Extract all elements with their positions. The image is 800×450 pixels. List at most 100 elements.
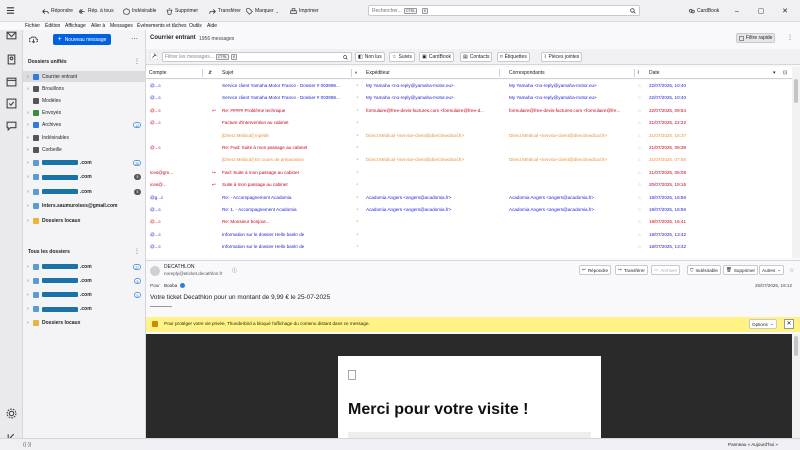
menu-tools[interactable]: Outils bbox=[189, 23, 202, 29]
column-options-icon[interactable]: ⊡ bbox=[783, 70, 787, 76]
column-correspondents[interactable]: Correspondants bbox=[509, 70, 545, 76]
column-date[interactable]: Date bbox=[649, 70, 660, 76]
thread-row[interactable]: @...c Service client Yamaha Motor France … bbox=[146, 80, 792, 92]
tasks-space-icon[interactable] bbox=[6, 98, 17, 109]
new-message-button[interactable]: + Nouveau message bbox=[53, 34, 111, 45]
read-dot-icon[interactable]: ∘ bbox=[356, 182, 359, 188]
read-dot-icon[interactable]: ∘ bbox=[356, 83, 359, 89]
folder-pane-menu-icon[interactable]: ⋯ bbox=[131, 35, 138, 43]
close-button[interactable]: ✕ bbox=[779, 5, 791, 17]
menu-edit[interactable]: Édition bbox=[45, 23, 60, 29]
delete-row-icon[interactable]: ⌂ bbox=[638, 170, 641, 175]
attachment-column-icon[interactable]: ⌇ bbox=[637, 70, 639, 76]
kebab-icon[interactable]: ⋮ bbox=[134, 58, 140, 65]
folder-item[interactable]: › Brouillons bbox=[23, 83, 146, 94]
read-dot-icon[interactable]: ∘ bbox=[356, 207, 359, 213]
account-folder[interactable]: › .com 26 bbox=[23, 157, 146, 168]
thread-row[interactable]: @...c Service client Yamaha Motor France … bbox=[146, 92, 792, 104]
tag-button[interactable]: Marquer ⌄ bbox=[246, 6, 279, 16]
account-folder[interactable]: › .com 5 bbox=[23, 275, 146, 286]
thread-row[interactable]: @...c Information sur le dossier Hello ba… bbox=[146, 229, 792, 241]
read-dot-icon[interactable]: ∘ bbox=[356, 120, 359, 126]
app-menu-icon[interactable] bbox=[6, 6, 15, 15]
search-box[interactable]: CTRL K bbox=[368, 5, 640, 16]
menu-events[interactable]: Événements et tâches bbox=[137, 23, 186, 29]
thread-icon[interactable]: ⇵ bbox=[208, 70, 212, 76]
quick-filter-button[interactable]: Filtre rapide bbox=[736, 33, 776, 43]
read-dot-icon[interactable]: ∘ bbox=[356, 157, 359, 163]
column-sender[interactable]: Expéditeur bbox=[366, 70, 390, 76]
delete-row-icon[interactable]: ⌂ bbox=[638, 182, 641, 187]
thread-row[interactable]: @g...c Re: - Accompagnement Acadomia Acado… bbox=[146, 192, 792, 204]
delete-row-icon[interactable]: ⌂ bbox=[638, 83, 641, 88]
account-folder[interactable]: › .com 5 bbox=[23, 289, 146, 300]
info-icon[interactable]: ⓘ bbox=[232, 267, 237, 274]
thread-list[interactable]: @...c Service client Yamaha Motor France … bbox=[146, 80, 792, 258]
account-folder[interactable]: › Dossiers locaux bbox=[23, 318, 146, 329]
search-input[interactable] bbox=[372, 8, 402, 14]
folder-item[interactable]: › Archives 12 bbox=[23, 120, 146, 131]
folder-item[interactable]: › Corbeille bbox=[23, 144, 146, 155]
delete-row-icon[interactable]: ⌂ bbox=[638, 219, 641, 224]
thread-row[interactable]: [Direct Médical] En cours de préparation… bbox=[146, 154, 792, 166]
cardbook-button[interactable]: CardBook bbox=[688, 6, 719, 16]
thread-row[interactable]: @...c Re: Fwd: Suite à mon passage au cab… bbox=[146, 142, 792, 154]
read-status-icon[interactable]: ◑ bbox=[354, 70, 357, 76]
filter-box[interactable]: Filtrer les messages... CTRL K bbox=[162, 52, 352, 62]
filter-input[interactable]: Filtrer les messages... bbox=[165, 54, 214, 60]
filter-tags-button[interactable]: ⌑ Étiquettes bbox=[497, 52, 530, 62]
forward-button[interactable]: ↪ Transférer bbox=[615, 265, 648, 275]
filter-cardbook-button[interactable]: ▣ CardBook bbox=[419, 52, 454, 62]
folder-item[interactable]: › Indésirables bbox=[23, 132, 146, 143]
delete-button[interactable]: Supprimer bbox=[166, 6, 198, 16]
delete-button[interactable]: 🗑 Supprimer bbox=[723, 265, 759, 275]
thread-row[interactable]: @...c Re: 1. - Accompagnement Acadomia Aca… bbox=[146, 204, 792, 216]
delete-row-icon[interactable]: ⌂ bbox=[638, 145, 641, 150]
account-folder[interactable]: › lnters.saumuroises@gmail.com bbox=[23, 201, 146, 212]
other-actions-button[interactable]: Autres ⌄ bbox=[759, 265, 785, 275]
options-button[interactable]: Options ⌄ bbox=[749, 319, 777, 329]
delete-row-icon[interactable]: ⌂ bbox=[638, 244, 641, 249]
read-dot-icon[interactable]: ∘ bbox=[356, 244, 359, 250]
delete-row-icon[interactable]: ⌂ bbox=[638, 232, 641, 237]
read-dot-icon[interactable]: ∘ bbox=[356, 145, 359, 151]
calendar-space-icon[interactable] bbox=[6, 76, 17, 87]
thread-row[interactable]: [Direct Médical] Inpédir Direct Médical <… bbox=[146, 130, 792, 142]
address-book-space-icon[interactable] bbox=[6, 54, 17, 65]
activity-icon[interactable]: ((·)) bbox=[23, 442, 31, 448]
reply-button[interactable]: Répondre bbox=[42, 6, 73, 16]
read-dot-icon[interactable]: ∘ bbox=[356, 95, 359, 101]
folder-item[interactable]: Modèles bbox=[23, 95, 146, 106]
menu-go[interactable]: Aller à bbox=[91, 23, 105, 29]
menu-messages[interactable]: Messages bbox=[110, 23, 133, 29]
delete-row-icon[interactable]: ⌂ bbox=[638, 108, 641, 113]
archive-button[interactable]: ▭ Archiver bbox=[651, 265, 681, 275]
settings-icon[interactable] bbox=[6, 408, 17, 419]
delete-row-icon[interactable]: ⌂ bbox=[638, 95, 641, 100]
menu-view[interactable]: Affichage bbox=[65, 23, 86, 29]
star-icon[interactable]: ☆ bbox=[789, 267, 794, 274]
junk-button[interactable]: ⛉ Indésirable bbox=[687, 265, 721, 275]
account-folder[interactable]: › .com bbox=[23, 304, 146, 315]
reply-button[interactable]: ↩ Répondre bbox=[579, 265, 612, 275]
today-pane-toggle[interactable]: Panneau « Aujourd'hui » bbox=[728, 442, 778, 447]
column-account[interactable]: Compte bbox=[149, 70, 167, 76]
account-folder[interactable]: › .com 27 bbox=[23, 261, 146, 272]
read-dot-icon[interactable]: ∘ bbox=[356, 219, 359, 225]
folder-item[interactable]: › Envoyés bbox=[23, 108, 146, 119]
thread-row[interactable]: ices@... ↩ Suite à mon passage au cabinet 2… bbox=[146, 179, 792, 191]
account-folder[interactable]: › .com 5 bbox=[23, 172, 146, 183]
thread-row[interactable]: @...c Re: Monsieur bonjour... 18/07/2025, … bbox=[146, 216, 792, 228]
menu-help[interactable]: Aide bbox=[207, 23, 217, 29]
pin-icon[interactable] bbox=[150, 52, 158, 60]
delete-row-icon[interactable]: ⌂ bbox=[638, 120, 641, 125]
content-scrollbar[interactable] bbox=[792, 334, 800, 438]
filter-attachments-button[interactable]: ⌇ Pièces jointes bbox=[541, 52, 583, 62]
account-folder[interactable]: › .com 5 bbox=[23, 186, 146, 197]
reply-all-button[interactable]: Rép. à tous bbox=[79, 6, 114, 16]
delete-row-icon[interactable]: ⌂ bbox=[638, 133, 641, 138]
read-dot-icon[interactable]: ∘ bbox=[356, 108, 359, 114]
delete-row-icon[interactable]: ⌂ bbox=[638, 157, 641, 162]
mail-space-icon[interactable] bbox=[6, 30, 17, 41]
minimize-button[interactable]: – bbox=[731, 5, 743, 17]
